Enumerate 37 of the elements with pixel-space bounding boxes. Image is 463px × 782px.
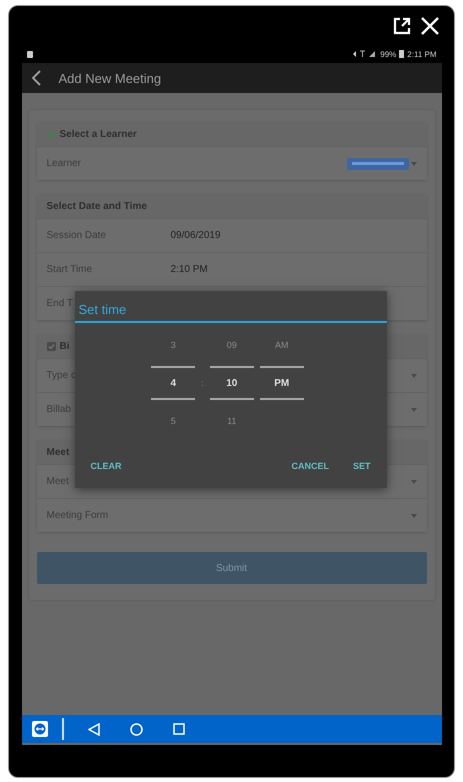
picker-option[interactable]: 5 (170, 416, 176, 426)
caret-icon (410, 408, 416, 412)
picker-selected-value[interactable]: 4 (151, 366, 196, 400)
section-title: Bi (60, 340, 70, 352)
back-icon[interactable] (32, 70, 40, 86)
section-title: Meet (46, 446, 70, 458)
app-title: Add New Meeting (58, 70, 162, 86)
caret-icon (410, 162, 416, 166)
field-value: 2:10 PM (170, 264, 209, 275)
dialog-button[interactable]: SET (352, 461, 370, 471)
status-time: 2:11 PM (407, 50, 436, 58)
section-title: Select a Learner (60, 128, 137, 140)
picker-option[interactable]: 09 (226, 340, 237, 350)
picker-selected-value[interactable]: PM (260, 366, 304, 400)
close-icon[interactable] (420, 16, 440, 36)
time-separator: : (201, 378, 204, 388)
caret-icon (410, 480, 416, 484)
notification-icon (26, 50, 32, 58)
caret-icon (410, 514, 416, 518)
home-circle-icon[interactable] (130, 722, 142, 736)
dialog-button[interactable]: CANCEL (291, 461, 329, 471)
remote-control-icon[interactable] (32, 721, 48, 737)
picker-option[interactable]: 3 (170, 340, 176, 350)
picker-selected-value[interactable]: 10 (210, 366, 254, 400)
section-title: Select Date and Time (46, 200, 147, 212)
battery-icon (399, 50, 404, 58)
back-triangle-icon[interactable] (88, 722, 100, 736)
picker-option[interactable]: AM (275, 340, 288, 350)
field-value: 09/06/2019 (170, 230, 222, 241)
caret-icon (410, 374, 416, 378)
external-link-icon[interactable] (392, 16, 412, 36)
recents-square-icon[interactable] (172, 723, 184, 735)
dialog-button[interactable]: CLEAR (90, 461, 122, 471)
dialog-title: Set time (78, 302, 126, 317)
battery-percent: 99% (380, 50, 396, 58)
picker-option[interactable]: 11 (227, 416, 236, 426)
checkbox[interactable] (46, 342, 56, 350)
